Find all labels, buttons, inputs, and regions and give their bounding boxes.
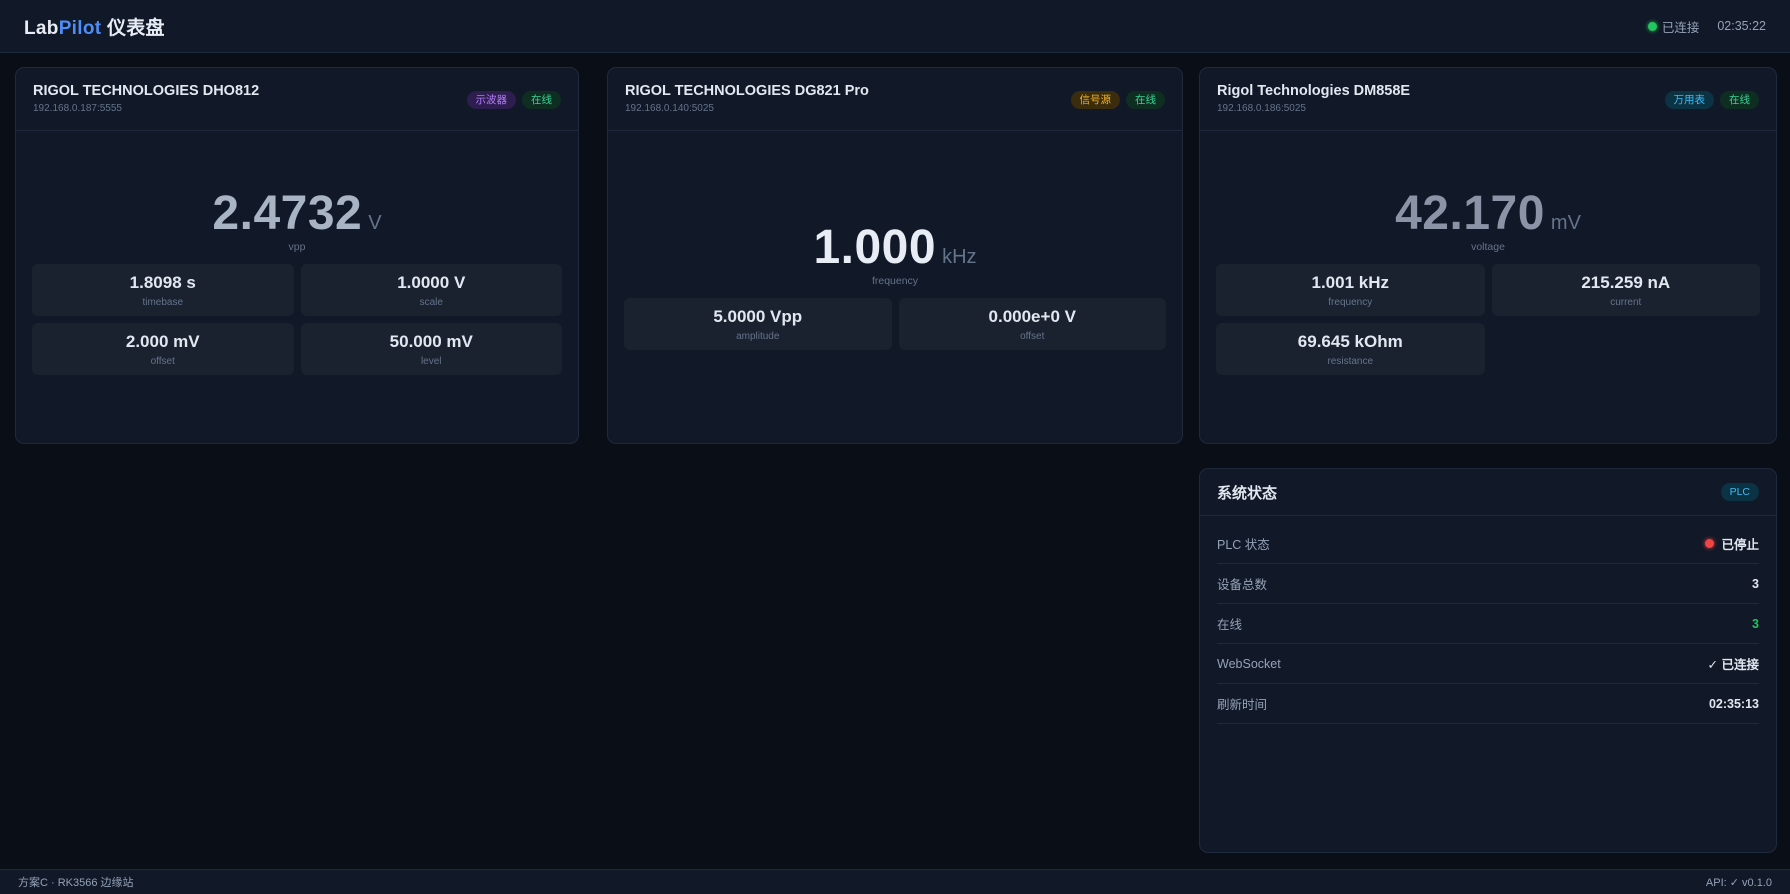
main-value: 42.170 <box>1395 187 1545 240</box>
status-row-refresh-time: 刷新时间 02:35:13 <box>1217 684 1759 724</box>
app-title: LabPilot 仪表盘 <box>24 17 165 39</box>
system-status-panel: 系统状态 PLC PLC 状态 已停止 设备总数 3 在线 3 WebSocke… <box>1199 468 1777 853</box>
status-value: 02:35:13 <box>1708 696 1759 711</box>
metric-timebase: 1.8098 s timebase <box>32 264 294 316</box>
device-card-signal-generator[interactable]: RIGOL TECHNOLOGIES DG821 Pro 192.168.0.1… <box>607 67 1183 444</box>
online-badge: 在线 <box>1126 91 1165 109</box>
main-value: 2.4732 <box>212 187 363 240</box>
status-value: 3 <box>1752 616 1759 631</box>
device-type-badge: 信号源 <box>1070 91 1120 109</box>
metric-scale: 1.0000 V scale <box>300 264 562 316</box>
online-badge: 在线 <box>522 91 561 109</box>
clock: 02:35:22 <box>1717 19 1766 33</box>
stopped-dot-icon <box>1705 539 1715 548</box>
main-reading: 1.000 kHz frequency <box>608 220 1182 287</box>
plc-badge: PLC <box>1720 483 1759 501</box>
status-value: ✓ 已连接 <box>1707 658 1759 672</box>
status-value: 已停止 <box>1721 538 1759 552</box>
status-row-device-count: 设备总数 3 <box>1217 564 1759 604</box>
main-unit: V <box>368 212 382 234</box>
main-label: voltage <box>1471 241 1505 253</box>
device-type-badge: 万用表 <box>1664 91 1714 109</box>
main-label: vpp <box>288 241 306 253</box>
status-value: 3 <box>1752 576 1759 591</box>
top-bar: LabPilot 仪表盘 已连接 02:35:22 <box>0 0 1790 53</box>
footer-api-version: API: ✓ v0.1.0 <box>1705 876 1772 889</box>
status-row-websocket: WebSocket ✓ 已连接 <box>1217 644 1759 684</box>
footer: 方案C · RK3566 边缘站 API: ✓ v0.1.0 <box>0 869 1790 894</box>
metric-amplitude: 5.0000 Vpp amplitude <box>624 298 892 350</box>
main-unit: kHz <box>942 246 977 268</box>
main-unit: mV <box>1550 212 1581 234</box>
device-card-oscilloscope[interactable]: RIGOL TECHNOLOGIES DHO812 192.168.0.187:… <box>15 67 579 444</box>
connection-label: 已连接 <box>1661 20 1700 35</box>
metric-current: 215.259 nA current <box>1491 264 1760 316</box>
main-reading: 42.170 mV voltage <box>1200 186 1776 253</box>
metric-level: 50.000 mV level <box>300 323 562 375</box>
device-card-multimeter[interactable]: Rigol Technologies DM858E 192.168.0.186:… <box>1199 67 1777 444</box>
footer-station: 方案C · RK3566 边缘站 <box>18 877 134 889</box>
metric-resistance: 69.645 kOhm resistance <box>1216 323 1485 375</box>
panel-title: 系统状态 <box>1217 484 1278 502</box>
status-row-online: 在线 3 <box>1217 604 1759 644</box>
status-row-plc: PLC 状态 已停止 <box>1217 524 1759 564</box>
metric-offset: 2.000 mV offset <box>32 323 294 375</box>
main-value: 1.000 <box>813 221 937 274</box>
main-reading: 2.4732 V vpp <box>16 186 578 253</box>
connection-status: 已连接 <box>1647 17 1700 36</box>
metric-offset: 0.000e+0 V offset <box>898 298 1166 350</box>
device-type-badge: 示波器 <box>466 91 516 109</box>
online-badge: 在线 <box>1720 91 1759 109</box>
main-label: frequency <box>871 275 919 287</box>
metric-frequency: 1.001 kHz frequency <box>1216 264 1485 316</box>
status-dot-icon <box>1647 21 1657 31</box>
